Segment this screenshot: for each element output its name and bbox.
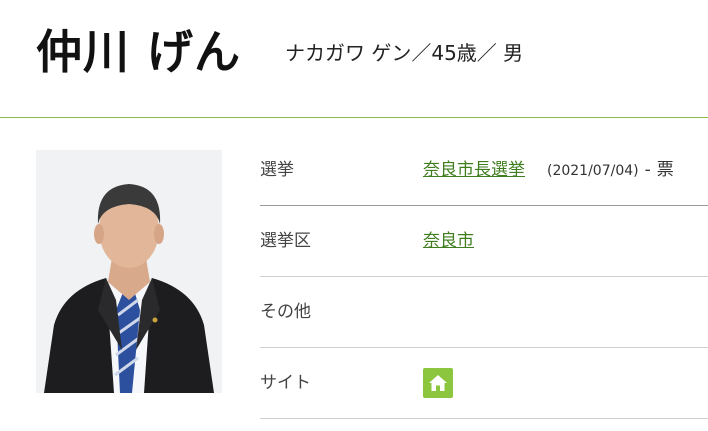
election-link[interactable]: 奈良市長選挙	[423, 160, 525, 180]
page-header: 仲川 げん ナカガワ ゲン／45歳／ 男	[0, 0, 708, 118]
election-row: 選挙 奈良市長選挙 (2021/07/04) - 票	[260, 135, 708, 206]
district-row: 選挙区 奈良市	[260, 206, 708, 277]
district-value: 奈良市	[423, 228, 474, 254]
home-icon	[429, 375, 447, 391]
candidate-details-table: 選挙 奈良市長選挙 (2021/07/04) - 票 選挙区 奈良市 その他 サイト	[260, 135, 708, 419]
site-label: サイト	[260, 373, 311, 393]
candidate-meta: ナカガワ ゲン／45歳／ 男	[285, 41, 524, 65]
site-row: サイト	[260, 348, 708, 419]
website-home-button[interactable]	[423, 368, 453, 398]
site-value	[423, 368, 453, 408]
candidate-name: 仲川 げん	[36, 25, 242, 79]
candidate-photo	[36, 150, 222, 393]
candidate-portrait-image	[36, 150, 222, 393]
election-label: 選挙	[260, 160, 294, 180]
district-link[interactable]: 奈良市	[423, 231, 474, 251]
election-date: (2021/07/04)	[547, 163, 639, 179]
other-row: その他	[260, 277, 708, 348]
vote-count-unit: 票	[656, 160, 674, 180]
district-label: 選挙区	[260, 231, 311, 251]
vote-count-dash: -	[644, 160, 651, 180]
election-value: 奈良市長選挙 (2021/07/04) - 票	[423, 157, 674, 184]
other-label: その他	[260, 302, 311, 322]
